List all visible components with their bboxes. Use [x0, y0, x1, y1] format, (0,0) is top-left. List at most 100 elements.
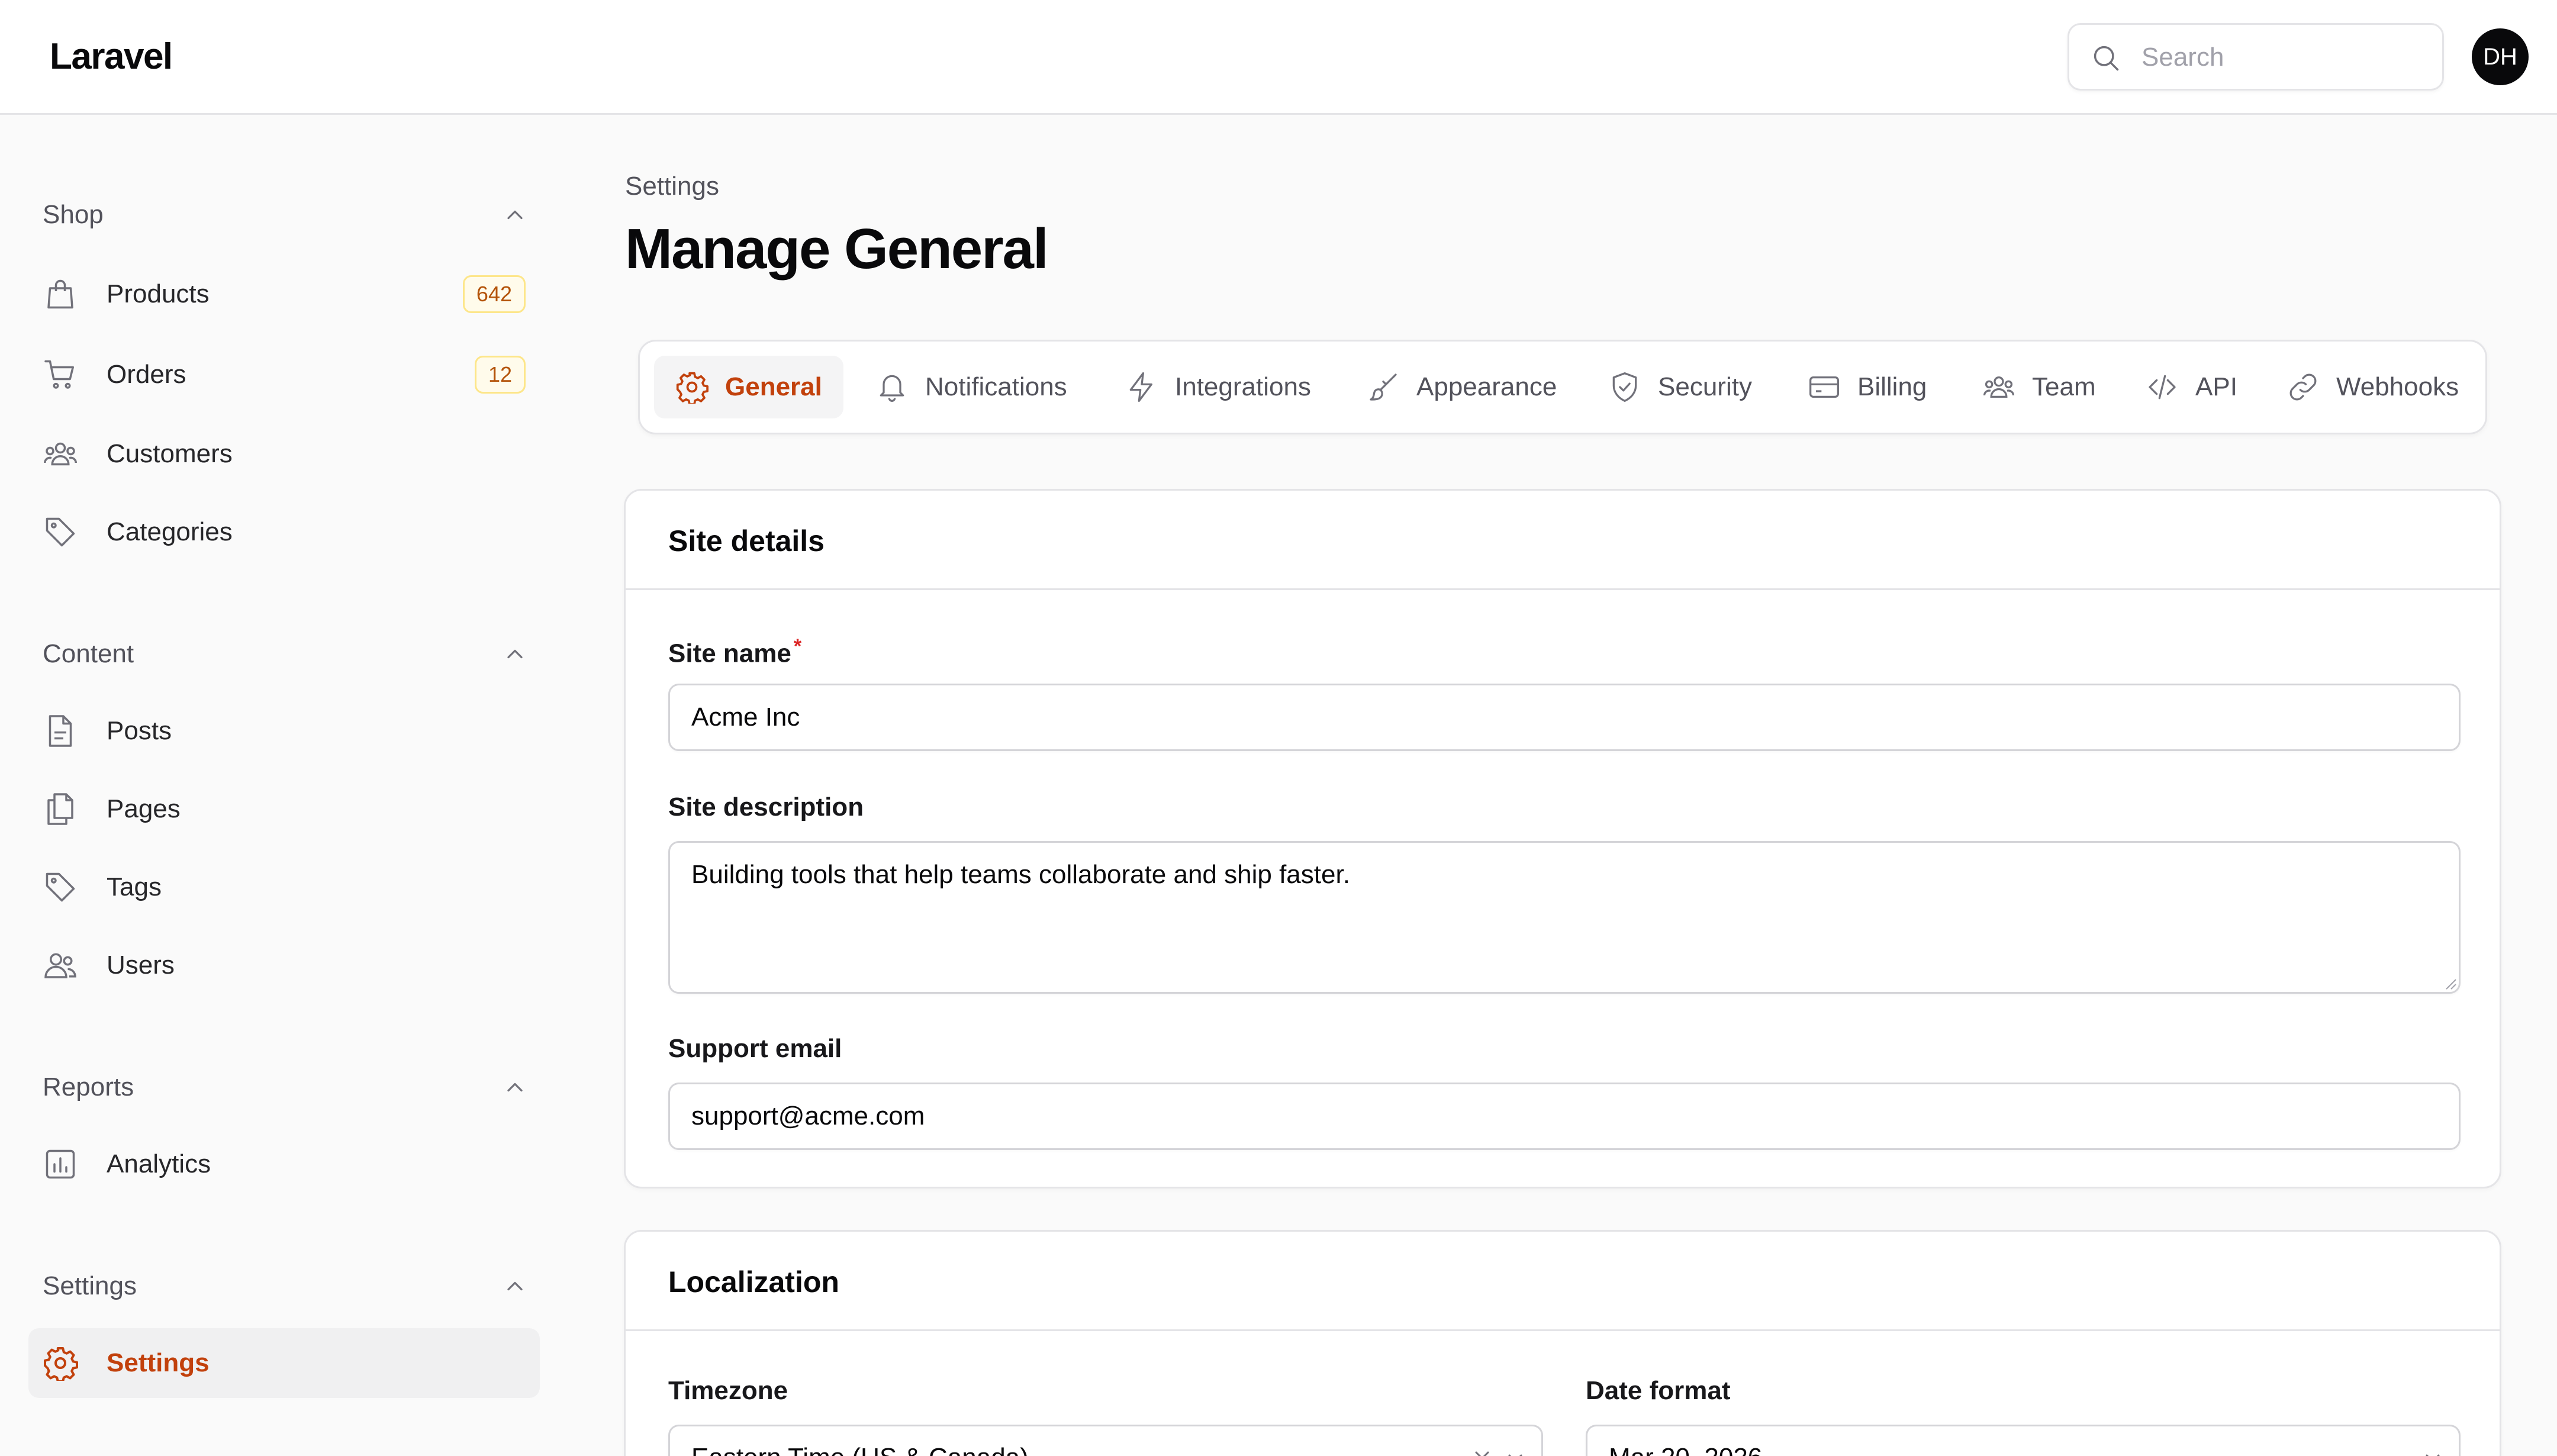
count-badge: 12	[474, 356, 526, 394]
card-header: Localization	[626, 1232, 2500, 1331]
chart-bar-icon	[43, 1146, 78, 1182]
tab-label: Team	[2032, 372, 2096, 401]
shopping-bag-icon	[43, 276, 78, 312]
sidebar-section-title: Content	[43, 639, 134, 668]
sidebar-item-label: Customers	[107, 439, 233, 468]
sidebar-item-label: Products	[107, 279, 210, 308]
tab-api[interactable]: API	[2124, 356, 2259, 418]
tab-label: Notifications	[925, 372, 1067, 401]
site-description-label: Site description	[668, 793, 864, 822]
paint-brush-icon	[1367, 371, 1400, 404]
tab-billing[interactable]: Billing	[1786, 356, 1948, 418]
sidebar-item-categories[interactable]: Categories	[28, 497, 540, 567]
sidebar-item-label: Analytics	[107, 1149, 211, 1178]
chevron-up-icon	[502, 641, 528, 667]
card-title: Localization	[668, 1265, 839, 1299]
sidebar-item-label: Users	[107, 951, 175, 980]
sidebar-section-shop[interactable]: Shop	[43, 194, 528, 236]
sidebar-item-settings[interactable]: Settings	[28, 1328, 540, 1398]
tab-security[interactable]: Security	[1587, 356, 1773, 418]
timezone-value: Eastern Time (US & Canada)	[691, 1443, 1029, 1456]
sidebar-section-title: Reports	[43, 1072, 134, 1101]
site-name-label: Site name *	[668, 635, 801, 669]
users-icon	[43, 948, 78, 983]
bell-icon	[875, 371, 909, 404]
tab-webhooks[interactable]: Webhooks	[2265, 356, 2480, 418]
tab-appearance[interactable]: Appearance	[1345, 356, 1578, 418]
sidebar-item-users[interactable]: Users	[28, 930, 540, 1000]
breadcrumb[interactable]: Settings	[625, 172, 719, 201]
tab-general[interactable]: General	[654, 356, 843, 418]
bolt-icon	[1125, 371, 1158, 404]
required-asterisk: *	[793, 635, 802, 658]
sidebar-section-settings[interactable]: Settings	[43, 1265, 528, 1307]
user-group-icon	[43, 436, 78, 472]
sidebar-item-tags[interactable]: Tags	[28, 852, 540, 922]
resize-handle-icon[interactable]	[2443, 976, 2457, 990]
tag-icon	[43, 514, 78, 550]
sidebar-item-label: Pages	[107, 794, 181, 823]
support-email-input[interactable]	[668, 1083, 2461, 1150]
tab-notifications[interactable]: Notifications	[854, 356, 1089, 418]
sidebar-item-orders[interactable]: Orders 12	[28, 340, 540, 410]
site-description-textarea[interactable]: Building tools that help teams collabora…	[668, 841, 2461, 994]
search-input[interactable]	[2140, 39, 2424, 76]
gear-icon	[43, 1345, 78, 1381]
app-window: Laravel DH Shop Products 642 Orders 12 C…	[0, 0, 2557, 1456]
brand-logo[interactable]: Laravel	[50, 36, 173, 78]
link-icon	[2287, 371, 2320, 404]
credit-card-icon	[1808, 371, 1841, 404]
card-header: Site details	[626, 491, 2500, 590]
tag-icon	[43, 869, 78, 905]
search-icon	[2091, 43, 2121, 73]
date-format-value: Mar 20, 2026	[1609, 1443, 1762, 1456]
sidebar-section-reports[interactable]: Reports	[43, 1067, 528, 1108]
site-details-card: Site details Site name* Site description…	[624, 489, 2501, 1188]
date-format-select[interactable]: Mar 20, 2026	[1586, 1425, 2461, 1456]
search-box[interactable]	[2068, 23, 2444, 91]
localization-card: Localization Timezone Eastern Time (US &…	[624, 1230, 2501, 1456]
sidebar-item-label: Posts	[107, 716, 172, 745]
sidebar-item-customers[interactable]: Customers	[28, 419, 540, 489]
shield-check-icon	[1608, 371, 1641, 404]
chevron-up-icon	[502, 1273, 528, 1299]
chevron-down-icon	[2421, 1447, 2445, 1456]
user-group-icon	[1982, 371, 2015, 404]
shopping-cart-icon	[43, 357, 78, 392]
sidebar-section-title: Shop	[43, 200, 104, 229]
sidebar: Shop Products 642 Orders 12 Customers Ca…	[0, 115, 568, 1456]
documents-icon	[43, 791, 78, 827]
tab-label: Billing	[1857, 372, 1927, 401]
top-bar: Laravel DH	[0, 0, 2557, 115]
timezone-label: Timezone	[668, 1376, 788, 1405]
sidebar-item-label: Orders	[107, 360, 186, 389]
chevron-down-icon	[1503, 1447, 1527, 1456]
settings-tabs: General Notifications Integrations Appea…	[638, 340, 2487, 434]
document-icon	[43, 713, 78, 749]
sidebar-section-content[interactable]: Content	[43, 633, 528, 675]
tab-team[interactable]: Team	[1961, 356, 2117, 418]
site-name-input[interactable]	[668, 684, 2461, 751]
sidebar-item-label: Settings	[107, 1348, 210, 1377]
timezone-select[interactable]: Eastern Time (US & Canada)	[668, 1425, 1543, 1456]
sidebar-item-label: Tags	[107, 872, 162, 901]
sidebar-item-products[interactable]: Products 642	[28, 259, 540, 329]
sidebar-item-analytics[interactable]: Analytics	[28, 1129, 540, 1199]
code-icon	[2146, 371, 2179, 404]
support-email-label: Support email	[668, 1034, 842, 1063]
clear-icon[interactable]	[1470, 1447, 1494, 1456]
chevron-up-icon	[502, 1074, 528, 1100]
sidebar-item-label: Categories	[107, 517, 233, 546]
tab-label: Security	[1658, 372, 1752, 401]
tab-label: Appearance	[1416, 372, 1557, 401]
gear-icon	[675, 371, 709, 404]
tab-label: API	[2195, 372, 2237, 401]
sidebar-item-pages[interactable]: Pages	[28, 774, 540, 844]
tab-integrations[interactable]: Integrations	[1104, 356, 1332, 418]
tab-label: General	[725, 372, 822, 401]
avatar[interactable]: DH	[2472, 28, 2529, 85]
sidebar-section-title: Settings	[43, 1271, 137, 1300]
tab-label: Integrations	[1175, 372, 1311, 401]
count-badge: 642	[462, 275, 526, 313]
sidebar-item-posts[interactable]: Posts	[28, 696, 540, 766]
